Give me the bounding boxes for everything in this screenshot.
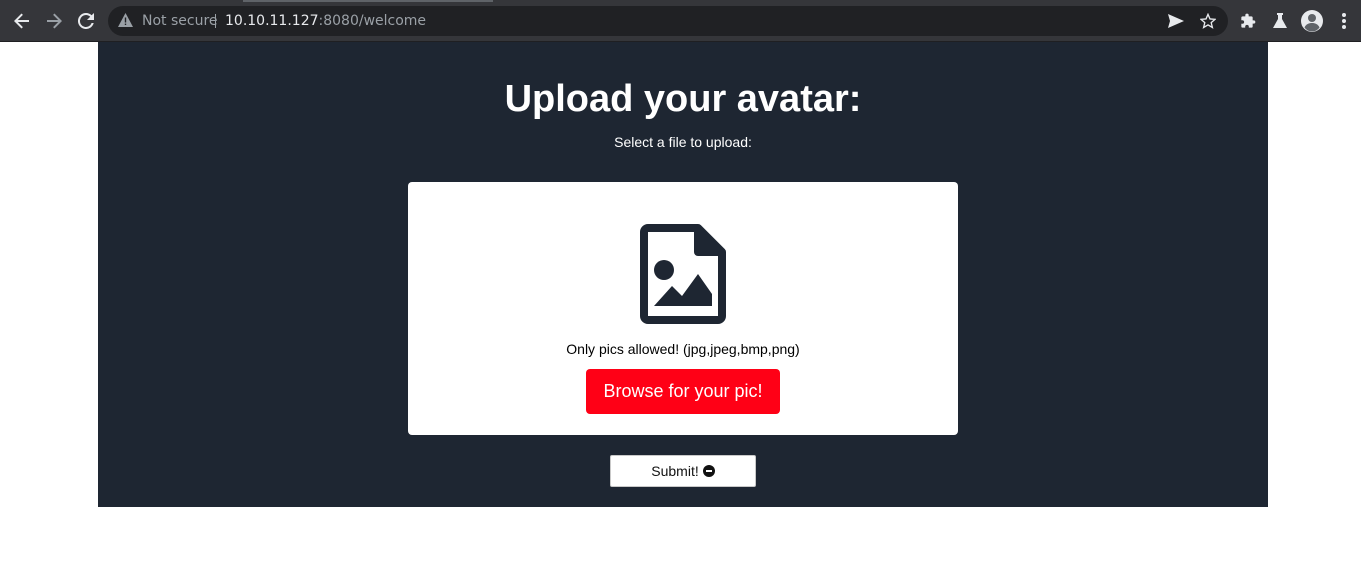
minus-circle-icon <box>702 465 715 477</box>
flask-icon[interactable] <box>1268 9 1292 33</box>
address-bar[interactable]: Not secure 10.10.11.127:8080/welcome <box>108 6 1228 36</box>
star-icon[interactable] <box>1196 9 1220 33</box>
allowed-formats-text: Only pics allowed! (jpg,jpeg,bmp,png) <box>566 341 800 357</box>
submit-button-label: Submit! <box>651 463 699 479</box>
url-host: 10.10.11.127 <box>225 13 319 29</box>
puzzle-icon[interactable] <box>1236 9 1260 33</box>
reload-icon[interactable] <box>74 9 98 33</box>
warning-triangle-icon <box>118 13 133 32</box>
upload-page: Upload your avatar: Select a file to upl… <box>98 42 1268 507</box>
avatar-icon[interactable] <box>1300 9 1324 33</box>
url-path: :8080/welcome <box>318 13 427 29</box>
submit-button[interactable]: Submit! <box>610 455 756 487</box>
address-separator <box>215 14 216 28</box>
page-subtitle: Select a file to upload: <box>614 134 752 150</box>
browse-button[interactable]: Browse for your pic! <box>586 369 780 414</box>
security-status-label[interactable]: Not secure <box>142 13 218 29</box>
active-tab-indicator <box>243 0 493 2</box>
send-icon[interactable] <box>1164 9 1188 33</box>
forward-arrow-icon[interactable] <box>42 9 66 33</box>
back-arrow-icon[interactable] <box>10 9 34 33</box>
upload-card[interactable]: Only pics allowed! (jpg,jpeg,bmp,png) Br… <box>408 182 958 435</box>
page-title: Upload your avatar: <box>504 78 862 120</box>
url-text[interactable]: 10.10.11.127:8080/welcome <box>225 13 426 29</box>
kebab-menu-icon[interactable] <box>1332 9 1356 33</box>
image-file-icon <box>640 224 726 324</box>
browser-toolbar: Not secure 10.10.11.127:8080/welcome <box>0 0 1361 42</box>
